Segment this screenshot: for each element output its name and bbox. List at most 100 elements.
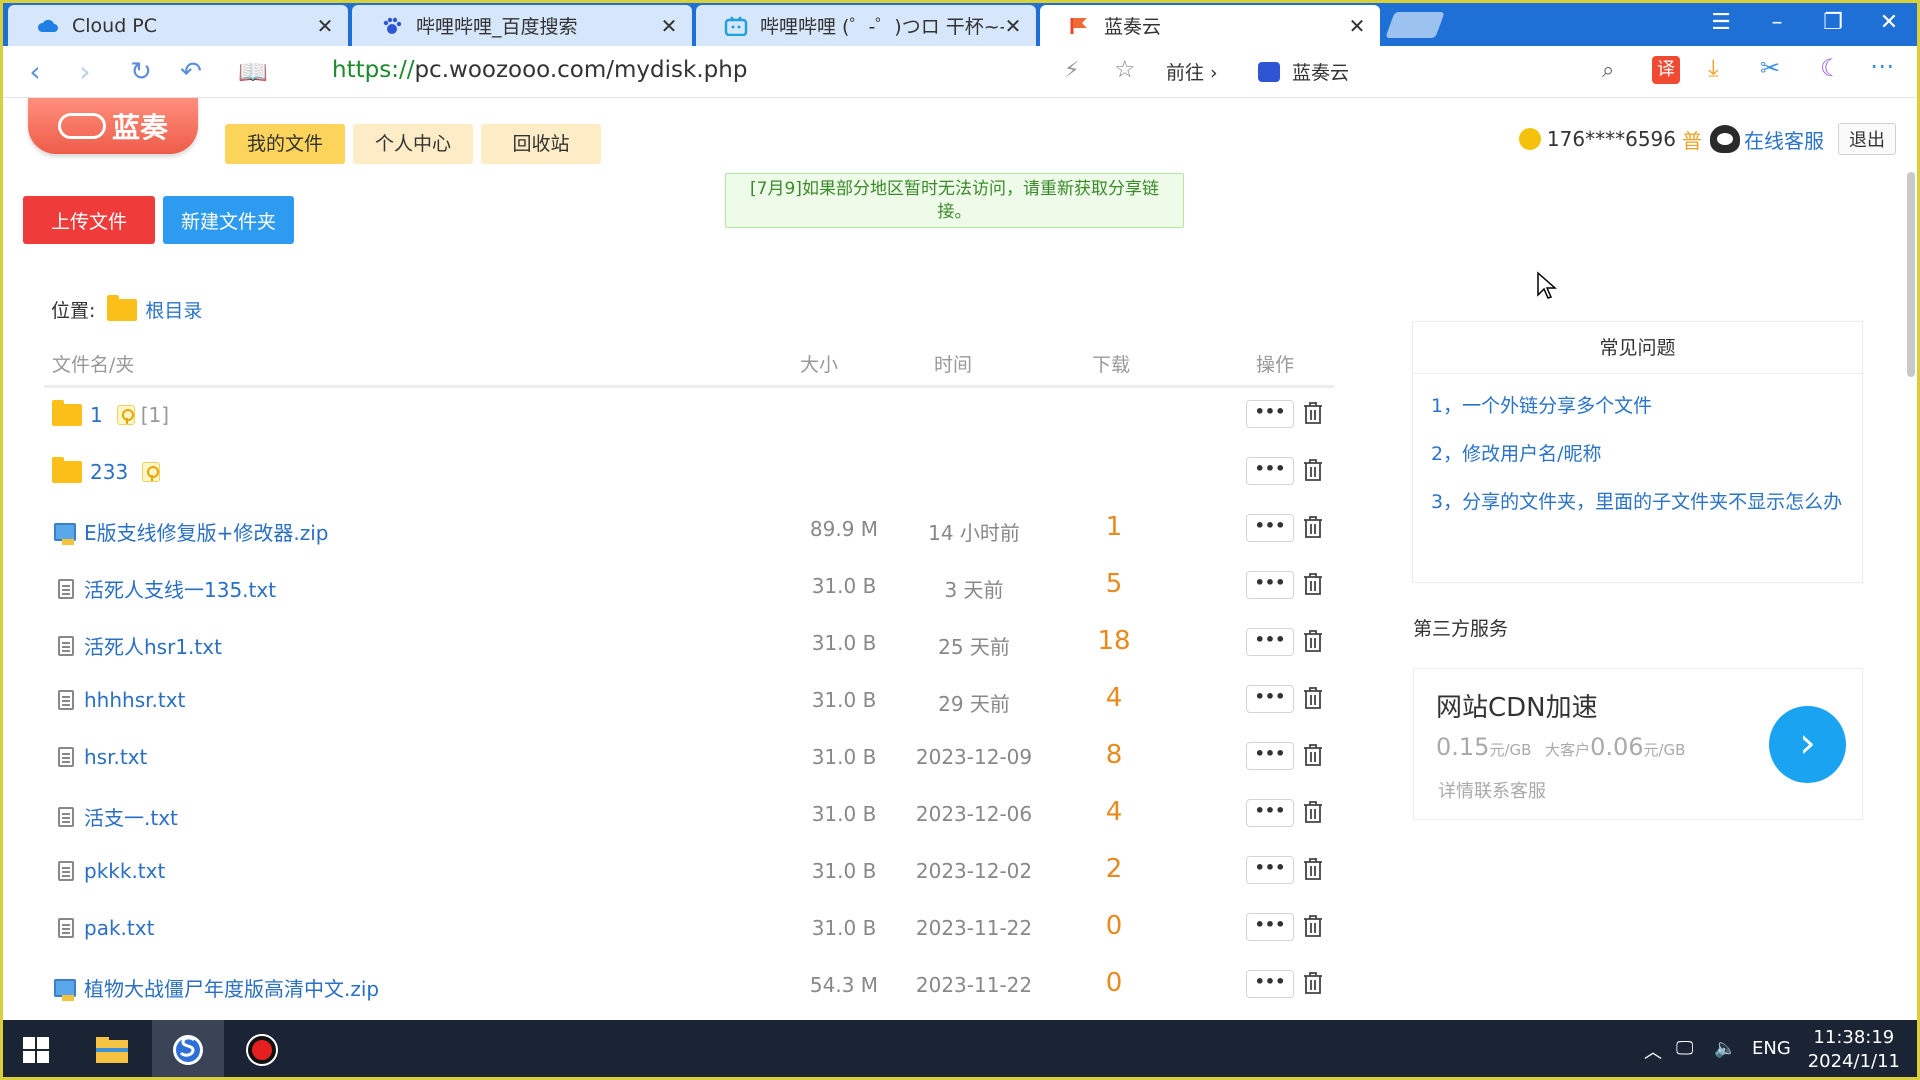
forward-icon[interactable]: ›: [68, 56, 102, 88]
close-icon[interactable]: ✕: [1348, 14, 1366, 38]
faq-item[interactable]: 1，一个外链分享多个文件: [1413, 390, 1862, 422]
faq-item[interactable]: 3，分享的文件夹，里面的子文件夹不显示怎么办: [1413, 486, 1862, 518]
more-options-button[interactable]: •••: [1246, 856, 1294, 884]
trash-icon[interactable]: [1303, 402, 1323, 424]
new-tab-button[interactable]: [1385, 12, 1445, 38]
scrollbar[interactable]: [1907, 172, 1915, 377]
table-row[interactable]: E版支线修复版+修改器.zip 89.9 M 14 小时前 1 •••: [44, 502, 1334, 559]
reader-icon[interactable]: 📖: [236, 56, 270, 88]
more-options-button[interactable]: •••: [1246, 571, 1294, 599]
translate-icon[interactable]: 译: [1652, 56, 1680, 84]
faq-item[interactable]: 2，修改用户名/昵称: [1413, 438, 1862, 470]
file-explorer-icon[interactable]: [76, 1020, 148, 1080]
file-name[interactable]: 活死人hsr1.txt: [84, 631, 222, 660]
root-link[interactable]: 根目录: [145, 296, 202, 323]
file-name[interactable]: pak.txt: [84, 916, 154, 940]
go-button[interactable]: 前往 ›: [1166, 58, 1218, 85]
new-folder-button[interactable]: 新建文件夹: [163, 196, 294, 244]
file-name[interactable]: pkkk.txt: [84, 859, 165, 883]
site-logo[interactable]: 蓝奏: [28, 98, 198, 154]
table-row[interactable]: hsr.txt 31.0 B 2023-12-09 8 •••: [44, 730, 1334, 787]
file-name[interactable]: 活支一.txt: [84, 802, 178, 831]
cdn-ad-card[interactable]: 网站CDN加速 0.15元/GB 大客户0.06元/GB 详情联系客服 ›: [1413, 668, 1863, 820]
close-icon[interactable]: ✕: [1004, 14, 1022, 38]
file-name-cell[interactable]: 活死人支线一135.txt: [52, 574, 276, 603]
sogou-browser-icon[interactable]: [152, 1020, 224, 1080]
tab-bilibili[interactable]: 哔哩哔哩 (゜-゜)つロ 干杯~-bi ✕: [696, 5, 1036, 46]
file-name[interactable]: 活死人支线一135.txt: [84, 574, 276, 603]
trash-icon[interactable]: [1303, 744, 1323, 766]
table-row[interactable]: 植物大战僵尸年度版高清中文.zip 54.3 M 2023-11-22 0 •••: [44, 958, 1334, 1015]
nav-profile[interactable]: 个人中心: [353, 124, 473, 164]
trash-icon[interactable]: [1303, 687, 1323, 709]
file-name-cell[interactable]: 233: [52, 457, 161, 484]
file-name[interactable]: hsr.txt: [84, 745, 147, 769]
more-options-button[interactable]: •••: [1246, 970, 1294, 998]
table-row[interactable]: 活死人支线一135.txt 31.0 B 3 天前 5 •••: [44, 559, 1334, 616]
more-options-button[interactable]: •••: [1246, 685, 1294, 713]
back-icon[interactable]: ‹: [18, 56, 52, 88]
file-name-cell[interactable]: pak.txt: [52, 916, 154, 940]
network-icon[interactable]: 🖵: [1676, 1038, 1693, 1059]
more-options-button[interactable]: •••: [1246, 742, 1294, 770]
trash-icon[interactable]: [1303, 801, 1323, 823]
windows-start-icon[interactable]: [0, 1020, 72, 1080]
more-options-button[interactable]: •••: [1246, 913, 1294, 941]
clock[interactable]: 11:38:19 2024/1/11: [1808, 1026, 1900, 1074]
more-options-button[interactable]: •••: [1246, 400, 1294, 428]
close-window-icon[interactable]: ✕: [1872, 8, 1906, 38]
file-name[interactable]: hhhhsr.txt: [84, 688, 185, 712]
file-name[interactable]: E版支线修复版+修改器.zip: [84, 517, 329, 546]
language-indicator[interactable]: ENG: [1752, 1038, 1791, 1059]
minimize-icon[interactable]: –: [1760, 8, 1794, 38]
file-name-cell[interactable]: pkkk.txt: [52, 859, 165, 883]
chevron-up-icon[interactable]: ︿: [1644, 1038, 1662, 1064]
trash-icon[interactable]: [1303, 915, 1323, 937]
file-name[interactable]: 233: [90, 460, 128, 484]
restore-icon[interactable]: ❐: [1816, 8, 1850, 38]
refresh-icon[interactable]: ↻: [124, 56, 158, 88]
tab-lanzou[interactable]: 蓝奏云 ✕: [1040, 5, 1380, 46]
file-name-cell[interactable]: 1 [1]: [52, 400, 169, 427]
file-name[interactable]: 植物大战僵尸年度版高清中文.zip: [84, 973, 379, 1002]
file-name-cell[interactable]: hsr.txt: [52, 745, 147, 769]
more-options-button[interactable]: •••: [1246, 799, 1294, 827]
download-icon[interactable]: ⤓: [1708, 54, 1719, 82]
tab-cloud-pc[interactable]: Cloud PC ✕: [8, 5, 348, 46]
key-icon[interactable]: [116, 405, 135, 425]
nav-my-files[interactable]: 我的文件: [225, 124, 345, 164]
trash-icon[interactable]: [1303, 459, 1323, 481]
search-engine-selector[interactable]: 蓝奏云: [1258, 58, 1349, 85]
table-row[interactable]: 233 •••: [44, 445, 1334, 502]
trash-icon[interactable]: [1303, 516, 1323, 538]
more-options-button[interactable]: •••: [1246, 457, 1294, 485]
file-name-cell[interactable]: 活支一.txt: [52, 802, 178, 831]
menu-icon[interactable]: ☰: [1704, 8, 1738, 38]
table-row[interactable]: pkkk.txt 31.0 B 2023-12-02 2 •••: [44, 844, 1334, 901]
logout-button[interactable]: 退出: [1838, 123, 1896, 155]
screen-recorder-icon[interactable]: [226, 1020, 298, 1080]
table-row[interactable]: pak.txt 31.0 B 2023-11-22 0 •••: [44, 901, 1334, 958]
file-name[interactable]: 1: [90, 403, 103, 427]
trash-icon[interactable]: [1303, 972, 1323, 994]
more-options-button[interactable]: •••: [1246, 628, 1294, 656]
close-icon[interactable]: ✕: [316, 14, 334, 38]
scissors-icon[interactable]: ✂: [1760, 54, 1780, 82]
lightning-icon[interactable]: ⚡: [1064, 58, 1079, 83]
file-name-cell[interactable]: E版支线修复版+修改器.zip: [52, 517, 329, 546]
close-icon[interactable]: ✕: [660, 14, 678, 38]
username[interactable]: 176****6596: [1547, 127, 1676, 151]
table-row[interactable]: 活支一.txt 31.0 B 2023-12-06 4 •••: [44, 787, 1334, 844]
trash-icon[interactable]: [1303, 573, 1323, 595]
online-service-link[interactable]: 在线客服: [1744, 125, 1824, 154]
search-icon[interactable]: ⌕: [1602, 58, 1614, 83]
file-name-cell[interactable]: 植物大战僵尸年度版高清中文.zip: [52, 973, 379, 1002]
volume-icon[interactable]: 🔈: [1714, 1038, 1736, 1059]
file-name-cell[interactable]: 活死人hsr1.txt: [52, 631, 222, 660]
table-row[interactable]: 1 [1] •••: [44, 388, 1334, 445]
table-row[interactable]: hhhhsr.txt 31.0 B 29 天前 4 •••: [44, 673, 1334, 730]
nav-recycle-bin[interactable]: 回收站: [481, 124, 601, 164]
chevron-right-icon[interactable]: ›: [1769, 706, 1846, 783]
table-row[interactable]: 活死人hsr1.txt 31.0 B 25 天前 18 •••: [44, 616, 1334, 673]
upload-button[interactable]: 上传文件: [23, 196, 155, 244]
